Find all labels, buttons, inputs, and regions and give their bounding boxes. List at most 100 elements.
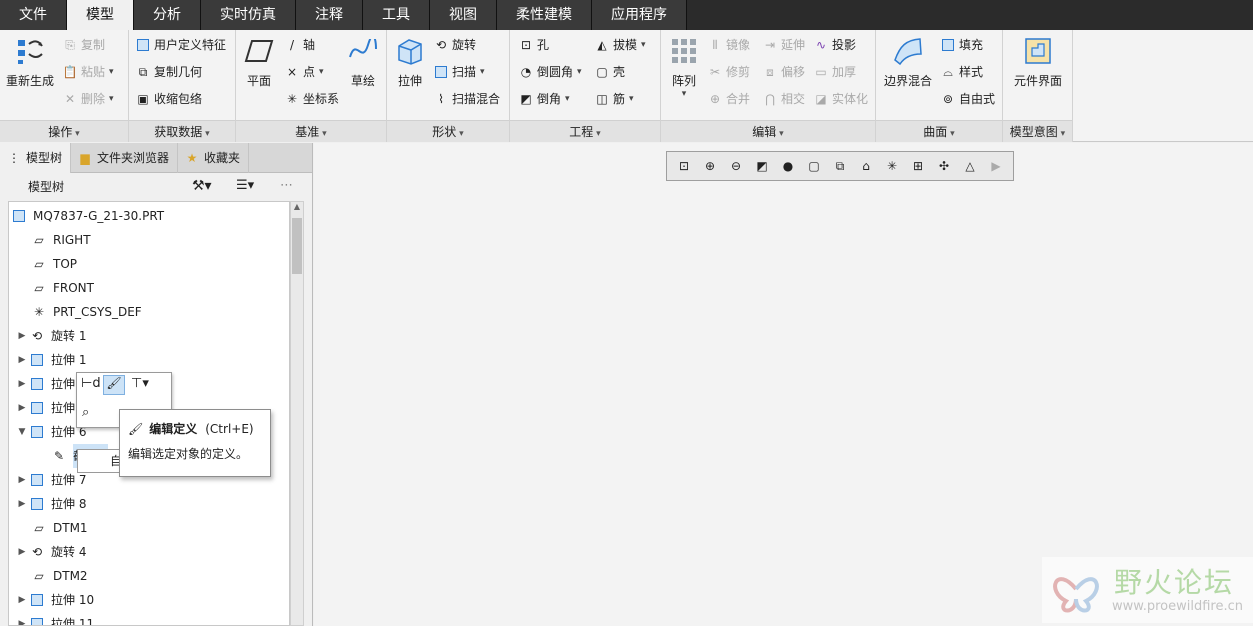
round-button[interactable]: ◔ 倒圆角 ▾ (518, 61, 582, 83)
expand-icon[interactable]: ▶ (15, 348, 29, 372)
spin-center-icon[interactable]: ✣ (931, 154, 957, 178)
annotation-display-icon[interactable]: ⊞ (905, 154, 931, 178)
tab-file[interactable]: 文件 (0, 0, 67, 30)
tab-model[interactable]: 模型 (67, 0, 134, 30)
freestyle-button[interactable]: ⊚ 自由式 (940, 88, 995, 110)
tab-analysis[interactable]: 分析 (134, 0, 201, 30)
group-label-engineering[interactable]: 工程 (510, 120, 660, 142)
regenerate-button[interactable]: 重新生成 (4, 34, 56, 89)
shell-button[interactable]: ▢ 壳 (594, 61, 625, 83)
sweep-button[interactable]: 扫描 ▾ (433, 61, 485, 83)
group-label-operations[interactable]: 操作 (0, 120, 128, 142)
edit-references-icon[interactable]: ⊤▾ (131, 376, 149, 391)
tab-view[interactable]: 视图 (430, 0, 497, 30)
tree-item-dtm2[interactable]: ▱ DTM2 (31, 564, 87, 588)
tree-columns-icon[interactable]: ☰▾ (236, 178, 254, 193)
trim-button[interactable]: ✂ 修剪 (707, 61, 750, 83)
mirror-button[interactable]: ⫴ 镜像 (707, 34, 750, 56)
perspective-icon[interactable]: ⌂ (853, 154, 879, 178)
collapse-icon[interactable]: ▼ (15, 420, 29, 444)
tree-item-front[interactable]: ▱ FRONT (31, 276, 94, 300)
thicken-button[interactable]: ▭ 加厚 (813, 61, 856, 83)
edit-definition-icon[interactable]: 🖌 (103, 375, 125, 395)
extend-button[interactable]: ⇥ 延伸 (762, 34, 805, 56)
intersect-button[interactable]: ⋂ 相交 (762, 88, 805, 110)
project-button[interactable]: ∿ 投影 (813, 34, 856, 56)
tree-item-extrude-11[interactable]: ▶ 拉伸 11 (15, 612, 94, 625)
extrude-button[interactable]: 拉伸 (393, 34, 427, 89)
point-button[interactable]: × 点 ▾ (284, 61, 324, 83)
display-style-icon[interactable]: ● (775, 154, 801, 178)
tree-item-extrude-a[interactable]: ▶ 拉伸 (15, 372, 75, 396)
csys-button[interactable]: ✳ 坐标系 (284, 88, 339, 110)
component-interface-button[interactable]: 元件界面 (1007, 34, 1069, 89)
zoom-in-icon[interactable]: ⊕ (697, 154, 723, 178)
offset-button[interactable]: ⧈ 偏移 (762, 61, 805, 83)
tree-item-extrude-10[interactable]: ▶ 拉伸 10 (15, 588, 95, 612)
expand-icon[interactable]: ▶ (15, 468, 29, 492)
tree-item-extrude-8[interactable]: ▶ 拉伸 8 (15, 492, 87, 516)
copy-button[interactable]: ⎘ 复制 (62, 34, 105, 56)
pattern-button[interactable]: 阵列 ▾ (667, 34, 701, 99)
tree-item-revolve-1[interactable]: ▶ ⟲ 旋转 1 (15, 324, 87, 348)
udf-button[interactable]: 用户定义特征 (135, 34, 226, 56)
plane-button[interactable]: 平面 (242, 34, 276, 89)
tree-item-extrude-1[interactable]: ▶ 拉伸 1 (15, 348, 87, 372)
solidify-button[interactable]: ◪ 实体化 (813, 88, 868, 110)
saved-views-icon[interactable]: ▢ (801, 154, 827, 178)
expand-icon[interactable]: ▶ (15, 612, 29, 625)
tab-flexible-modeling[interactable]: 柔性建模 (497, 0, 592, 30)
repaint-icon[interactable]: ◩ (749, 154, 775, 178)
view-manager-icon[interactable]: ⧉ (827, 154, 853, 178)
swept-blend-button[interactable]: ⌇ 扫描混合 (433, 88, 500, 110)
expand-icon[interactable]: ▶ (15, 372, 29, 396)
fill-button[interactable]: 填充 (940, 34, 983, 56)
group-label-model-intent[interactable]: 模型意图 (1003, 120, 1072, 142)
edit-dimensions-icon[interactable]: ⊢d (81, 376, 101, 391)
rib-button[interactable]: ◫ 筋 ▾ (594, 88, 633, 110)
tab-annotate[interactable]: 注释 (296, 0, 363, 30)
tree-settings-icon[interactable]: ⚒▾ (192, 178, 212, 194)
scroll-up-icon[interactable]: ▲ (291, 202, 303, 216)
merge-button[interactable]: ⊕ 合并 (707, 88, 750, 110)
chamfer-button[interactable]: ◩ 倒角 ▾ (518, 88, 569, 110)
draft-button[interactable]: ◭ 拔模 ▾ (594, 34, 645, 56)
context-menu-item[interactable]: 自 (77, 449, 122, 473)
graphics-viewport[interactable] (314, 143, 1253, 626)
paste-button[interactable]: 📋 粘贴 ▾ (62, 61, 114, 83)
shrinkwrap-button[interactable]: ▣ 收缩包络 (135, 88, 202, 110)
hole-button[interactable]: ⊡ 孔 (518, 34, 549, 56)
style-button[interactable]: ⌓ 样式 (940, 61, 983, 83)
group-label-get-data[interactable]: 获取数据 (129, 120, 235, 142)
tree-item-revolve-4[interactable]: ▶ ⟲ 旋转 4 (15, 540, 87, 564)
group-label-editing[interactable]: 编辑 (661, 120, 875, 142)
expand-icon[interactable]: ▶ (15, 588, 29, 612)
expand-icon[interactable]: ▶ (15, 540, 29, 564)
tree-item-right[interactable]: ▱ RIGHT (31, 228, 90, 252)
tree-item-extrude-7[interactable]: ▶ 拉伸 7 (15, 468, 87, 492)
expand-icon[interactable]: ▶ (15, 324, 29, 348)
tab-simulation[interactable]: 实时仿真 (201, 0, 296, 30)
tree-item-csys[interactable]: ✳ PRT_CSYS_DEF (31, 300, 142, 324)
sketch-button[interactable]: 草绘 (346, 34, 380, 89)
revolve-button[interactable]: ⟲ 旋转 (433, 34, 476, 56)
delete-button[interactable]: ✕ 删除 ▾ (62, 88, 114, 110)
tab-model-tree[interactable]: ⋮ 模型树 (0, 142, 72, 173)
tree-scrollbar[interactable]: ▲ (290, 201, 304, 626)
refit-icon[interactable]: ⊡ (671, 154, 697, 178)
tree-root[interactable]: MQ7837-G_21-30.PRT (11, 204, 164, 228)
tree-filter-icon[interactable]: ⋯ (280, 178, 293, 193)
tab-tools[interactable]: 工具 (363, 0, 430, 30)
tab-applications[interactable]: 应用程序 (592, 0, 687, 30)
zoom-out-icon[interactable]: ⊖ (723, 154, 749, 178)
tab-folder-browser[interactable]: ▆ 文件夹浏览器 (71, 142, 179, 173)
find-icon[interactable]: ⌕ (82, 405, 89, 420)
datum-display-icon[interactable]: ✳ (879, 154, 905, 178)
group-label-shapes[interactable]: 形状 (387, 120, 509, 142)
tab-favorites[interactable]: ★ 收藏夹 (178, 142, 250, 173)
appearance-icon[interactable]: △ (957, 154, 983, 178)
tree-item-extrude-b[interactable]: ▶ 拉伸 (15, 396, 75, 420)
expand-icon[interactable]: ▶ (15, 492, 29, 516)
group-label-datum[interactable]: 基准 (236, 120, 386, 142)
tree-item-top[interactable]: ▱ TOP (31, 252, 77, 276)
